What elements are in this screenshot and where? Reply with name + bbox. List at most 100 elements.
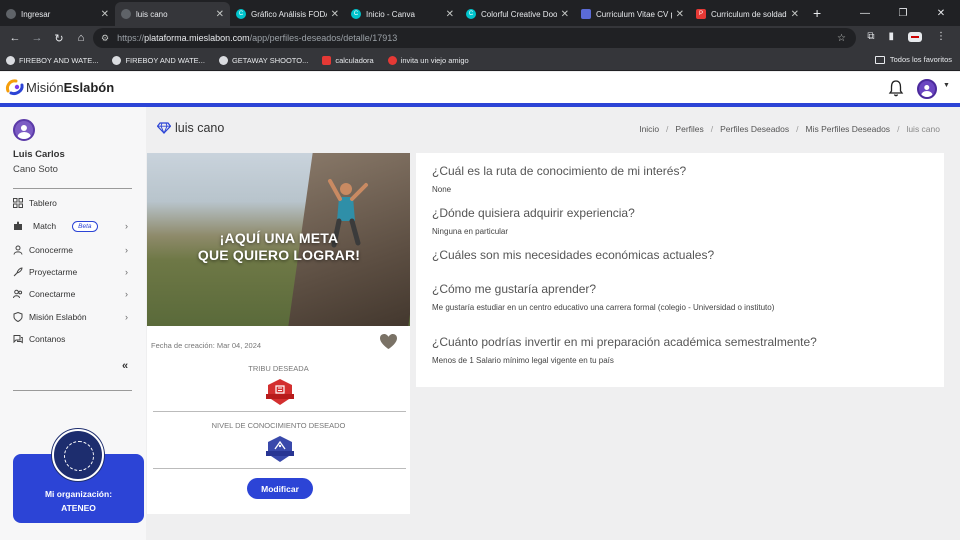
extensions-icon[interactable]: ⧉ — [867, 31, 874, 42]
sidebar-item-tablero[interactable]: Tablero — [13, 195, 133, 211]
chevron-right-icon: › — [125, 289, 128, 299]
tribe-badge-icon — [266, 379, 294, 405]
sidebar-item-match[interactable]: Match Beta › — [13, 218, 133, 234]
bookmark-label: FIREBOY AND WATE... — [19, 55, 99, 65]
logo-text-1: Misión — [26, 79, 64, 95]
close-window-icon[interactable]: ✕ — [922, 8, 960, 19]
tab-title: luis cano — [136, 9, 168, 19]
collapse-sidebar-button[interactable]: « — [122, 360, 128, 372]
organization-card[interactable]: Mi organización: ATENEO — [13, 429, 144, 523]
user-avatar-icon[interactable] — [917, 79, 937, 99]
chevron-right-icon: › — [125, 267, 128, 277]
tab-luis-cano[interactable]: luis cano ✕ — [115, 2, 230, 26]
hero-caption-line2: QUE QUIERO LOGRAR! — [197, 247, 361, 263]
profile-icon[interactable] — [908, 31, 922, 42]
tab-curriculum-soldador[interactable]: P Curriculum de soldad ✕ — [690, 2, 805, 26]
restore-icon[interactable]: ❐ — [884, 8, 922, 19]
back-icon[interactable]: ← — [4, 32, 26, 44]
url-path: /app/perfiles-deseados/detalle/17913 — [249, 33, 398, 43]
tab-title: Curriculum de soldad — [711, 9, 787, 19]
breadcrumb-perfiles-deseados[interactable]: Perfiles Deseados — [720, 124, 789, 134]
close-icon[interactable]: ✕ — [561, 9, 569, 20]
sidebar-item-mision-eslabon[interactable]: Misión Eslabón › — [13, 309, 133, 325]
sidebar-item-conocerme[interactable]: Conocerme › — [13, 242, 133, 258]
close-icon[interactable]: ✕ — [101, 9, 109, 20]
bookmark-item[interactable]: calculadora — [322, 55, 374, 65]
logo-mark-icon — [6, 79, 24, 95]
new-tab-button[interactable]: + — [813, 5, 821, 21]
bookmark-label: GETAWAY SHOOTO... — [231, 55, 309, 65]
profile-card: ¡AQUÍ UNA META QUE QUIERO LOGRAR! Fecha … — [147, 153, 410, 514]
organization-label: Mi organización: — [44, 489, 113, 499]
sidebar-item-label: Conectarme — [29, 289, 76, 299]
breadcrumb-mis-perfiles[interactable]: Mis Perfiles Deseados — [806, 124, 891, 134]
diamond-icon — [157, 122, 171, 134]
question-economic-needs: ¿Cuáles son mis necesidades económicas a… — [432, 248, 715, 262]
grid-icon — [13, 198, 23, 208]
tab-curriculum-vitae[interactable]: Curriculum Vitae CV p ✕ — [575, 2, 690, 26]
qa-card: ¿Cuál es la ruta de conocimiento de mi i… — [416, 153, 944, 387]
bookmarks-bar: FIREBOY AND WATE... FIREBOY AND WATE... … — [0, 50, 960, 71]
breadcrumb-perfiles[interactable]: Perfiles — [675, 124, 703, 134]
tab-inicio-canva[interactable]: C Inicio - Canva ✕ — [345, 2, 460, 26]
close-icon[interactable]: ✕ — [446, 9, 454, 20]
answer-knowledge-route: None — [432, 185, 452, 194]
sidebar-item-contanos[interactable]: Contanos — [13, 331, 133, 347]
sidebar-item-label: Conocerme — [29, 245, 73, 255]
close-icon[interactable]: ✕ — [676, 9, 684, 20]
heart-icon[interactable] — [379, 333, 398, 350]
breadcrumb-separator: / — [796, 124, 799, 134]
chevron-right-icon: › — [125, 221, 128, 231]
question-experience: ¿Dónde quisiera adquirir experiencia? — [432, 206, 635, 220]
tab-colorful-creative[interactable]: C Colorful Creative Doo ✕ — [460, 2, 575, 26]
bookmark-item[interactable]: GETAWAY SHOOTO... — [218, 55, 309, 65]
all-bookmarks[interactable]: Todos los favoritos — [874, 55, 952, 64]
bookmark-item[interactable]: invita un viejo amigo — [387, 55, 469, 65]
forward-icon[interactable]: → — [26, 32, 48, 44]
sidebar-divider — [13, 390, 132, 391]
card-divider — [153, 468, 406, 469]
close-icon[interactable]: ✕ — [791, 9, 799, 20]
sidebar-divider — [13, 188, 132, 189]
tab-ingresar[interactable]: Ingresar ✕ — [0, 2, 115, 26]
tab-grafico-foda[interactable]: C Gráfico Análisis FODA ✕ — [230, 2, 345, 26]
bell-icon[interactable] — [888, 79, 904, 97]
puzzle-icon — [14, 221, 22, 230]
caret-down-icon[interactable]: ▼ — [943, 82, 950, 89]
reload-icon[interactable]: ↻ — [48, 32, 70, 45]
sidepanel-icon[interactable]: ▮ — [888, 31, 894, 42]
close-icon[interactable]: ✕ — [331, 9, 339, 20]
organization-name: ATENEO — [61, 503, 96, 513]
breadcrumb-separator: / — [897, 124, 900, 134]
app-logo[interactable]: Misión Eslabón — [5, 77, 114, 97]
chevron-right-icon: › — [125, 312, 128, 322]
level-label: NIVEL DE CONOCIMIENTO DESEADO — [211, 421, 346, 430]
breadcrumb: Inicio / Perfiles / Perfiles Deseados / Mis… — [639, 124, 940, 134]
url-host: plataforma.mieslabon.com — [144, 33, 250, 43]
users-icon — [13, 289, 23, 299]
minimize-icon[interactable]: — — [846, 8, 884, 19]
bookmark-item[interactable]: FIREBOY AND WATE... — [6, 55, 99, 65]
sidebar-item-conectarme[interactable]: Conectarme › — [13, 286, 133, 302]
breadcrumb-separator: / — [710, 124, 714, 134]
profile-avatar-icon[interactable] — [13, 119, 35, 141]
bookmark-label: FIREBOY AND WATE... — [125, 55, 205, 65]
sidebar-item-label: Contanos — [29, 334, 66, 344]
home-icon[interactable]: ⌂ — [70, 32, 92, 44]
question-investment: ¿Cuánto podrías invertir en mi preparaci… — [432, 335, 817, 349]
tab-title: Inicio - Canva — [366, 9, 415, 19]
address-bar[interactable]: ⚙ https://plataforma.mieslabon.com/app/p… — [93, 28, 856, 48]
bookmark-star-icon[interactable]: ☆ — [837, 33, 846, 44]
modify-button[interactable]: Modificar — [247, 478, 313, 499]
page-title: luis cano — [157, 121, 224, 135]
bookmark-item[interactable]: FIREBOY AND WATE... — [112, 55, 205, 65]
chat-icon — [13, 335, 23, 344]
folder-icon — [874, 55, 885, 64]
hero-caption: ¡AQUÍ UNA META QUE QUIERO LOGRAR! — [179, 230, 379, 264]
sidebar-item-proyectarme[interactable]: Proyectarme › — [13, 264, 133, 280]
breadcrumb-inicio[interactable]: Inicio — [639, 124, 659, 134]
close-icon[interactable]: ✕ — [216, 9, 224, 20]
menu-kebab-icon[interactable]: ⋮ — [936, 31, 946, 42]
person-icon — [13, 245, 23, 255]
site-info-icon[interactable]: ⚙ — [101, 33, 109, 44]
